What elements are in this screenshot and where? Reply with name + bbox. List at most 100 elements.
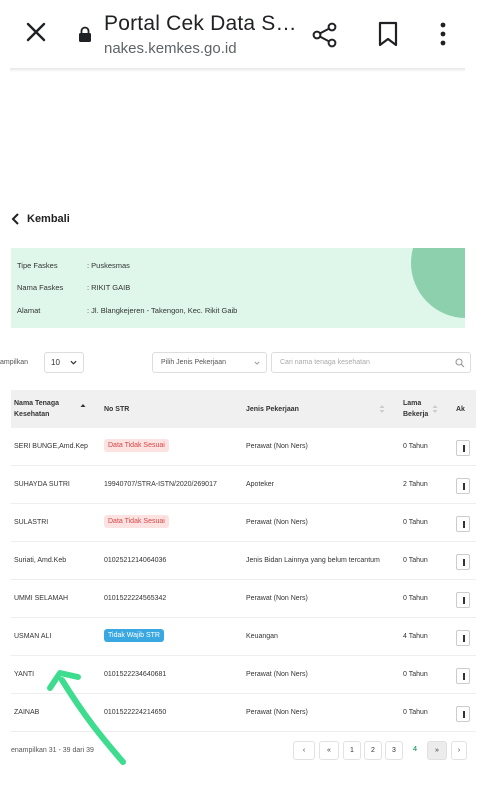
info-key: Alamat (17, 306, 41, 315)
facility-info-card: Tipe Faskes : Puskesmas Nama Faskes : RI… (11, 248, 465, 328)
cell-job: Perawat (Non Ners) (246, 709, 308, 716)
page-2-button[interactable]: 2 (364, 741, 382, 760)
sort-icon[interactable] (432, 404, 438, 414)
cell-job: Keuangan (246, 633, 278, 640)
info-row-name: Nama Faskes : RIKIT GAIB (17, 283, 130, 292)
cell-duration: 0 Tahun (403, 519, 428, 526)
chevron-left-icon (11, 213, 19, 225)
search-input[interactable]: Cari nama tenaga kesehatan (271, 352, 471, 373)
detail-button[interactable] (456, 478, 470, 494)
table-row: USMAN ALI Tidak Wajib STR Keuangan 4 Tah… (11, 618, 476, 656)
page-first-button[interactable]: « (319, 741, 339, 760)
decorative-circle (411, 248, 465, 318)
show-entries-label: ampilkan (0, 359, 29, 366)
cell-job: Apoteker (246, 481, 275, 488)
page-prev-button[interactable]: ‹ (293, 741, 315, 760)
lock-icon (79, 26, 91, 42)
info-row-type: Tipe Faskes : Puskesmas (17, 261, 130, 270)
page-title: Portal Cek Data S… (104, 12, 297, 35)
cell-str: 0102521214064036 (104, 557, 167, 564)
status-badge: Data Tidak Sesuai (104, 515, 169, 528)
detail-button[interactable] (456, 630, 470, 646)
table-row: SUHAYDA SUTRI 19940707/STRA-ISTN/2020/26… (11, 466, 476, 504)
header-name-line1: Nama Tenaga (14, 400, 59, 407)
cell-duration: 0 Tahun (403, 709, 428, 716)
cell-job: Perawat (Non Ners) (246, 519, 308, 526)
page-last-button[interactable]: » (427, 741, 447, 760)
cell-duration: 4 Tahun (403, 633, 428, 640)
cell-str: 0101522224565342 (104, 595, 167, 602)
cell-name: UMMI SELAMAH (14, 595, 69, 602)
cell-name: SERI BUNGE,Amd.Kep (14, 443, 88, 450)
header-job[interactable]: Jenis Pekerjaan (246, 404, 299, 415)
search-icon[interactable] (455, 358, 465, 368)
filter-bar: ampilkan 10 Pilih Jenis Pekerjaan Cari n… (0, 351, 487, 375)
annotation-arrow (47, 670, 126, 765)
info-key: Nama Faskes (17, 283, 64, 292)
search-placeholder: Cari nama tenaga kesehatan (280, 359, 370, 366)
cell-job: Perawat (Non Ners) (246, 671, 308, 678)
detail-button[interactable] (456, 668, 470, 684)
detail-button[interactable] (456, 440, 470, 456)
header-name-line2: Kesehatan (14, 411, 50, 418)
cell-name: USMAN ALI (14, 633, 52, 640)
page-next-button[interactable]: › (451, 741, 467, 760)
cell-str: 19940707/STRA-ISTN/2020/269017 (104, 481, 217, 488)
cell-job: Perawat (Non Ners) (246, 595, 308, 602)
table-row: Suriati, Amd.Keb 0102521214064036 Jenis … (11, 542, 476, 580)
detail-button[interactable] (456, 516, 470, 532)
sort-icon[interactable] (379, 404, 385, 414)
cell-duration: 0 Tahun (403, 557, 428, 564)
page-1-button[interactable]: 1 (343, 741, 361, 760)
cell-duration: 2 Tahun (403, 481, 428, 488)
page-4-button[interactable]: 4 (406, 741, 424, 760)
job-type-select[interactable]: Pilih Jenis Pekerjaan (152, 352, 267, 373)
header-duration-line1: Lama (403, 400, 422, 407)
back-label: Kembali (27, 213, 70, 225)
header-duration[interactable]: Lama Bekerja (403, 398, 428, 420)
detail-button[interactable] (456, 554, 470, 570)
job-type-placeholder: Pilih Jenis Pekerjaan (161, 359, 226, 366)
cell-duration: 0 Tahun (403, 595, 428, 602)
header-str[interactable]: No STR (104, 404, 129, 415)
chevron-down-icon (254, 361, 260, 365)
header-name[interactable]: Nama Tenaga Kesehatan (14, 398, 59, 420)
cell-name: ZAINAB (14, 709, 40, 716)
share-icon[interactable] (312, 22, 338, 48)
info-row-address: Alamat : Jl. Blangkejeren - Takengon, Ke… (17, 306, 237, 315)
status-badge: Tidak Wajib STR (104, 629, 164, 642)
header-duration-line2: Bekerja (403, 411, 429, 418)
status-badge: Data Tidak Sesuai (104, 439, 169, 452)
toolbar-divider (10, 68, 465, 72)
table-row: UMMI SELAMAH 0101522224565342 Perawat (N… (11, 580, 476, 618)
info-value: : Jl. Blangkejeren - Takengon, Kec. Riki… (87, 306, 238, 315)
page-3-button[interactable]: 3 (385, 741, 403, 760)
info-value: : Puskesmas (87, 261, 130, 270)
entries-value: 10 (51, 358, 60, 367)
header-action: Ak (456, 406, 465, 413)
table-row: SULASTRI Data Tidak Sesuai Perawat (Non … (11, 504, 476, 542)
chevron-down-icon (70, 360, 77, 365)
back-link[interactable]: Kembali (11, 213, 70, 225)
url-text[interactable]: nakes.kemkes.go.id (104, 40, 237, 57)
cell-job: Perawat (Non Ners) (246, 443, 308, 450)
info-key: Tipe Faskes (17, 261, 58, 270)
table-row: SERI BUNGE,Amd.Kep Data Tidak Sesuai Per… (11, 428, 476, 466)
cell-name: Suriati, Amd.Keb (14, 557, 67, 564)
cell-job: Jenis Bidan Lainnya yang belum tercantum (246, 557, 380, 564)
cell-duration: 0 Tahun (403, 671, 428, 678)
cell-name: YANTI (14, 671, 35, 678)
detail-button[interactable] (456, 592, 470, 608)
cell-duration: 0 Tahun (403, 443, 428, 450)
entries-per-page-select[interactable]: 10 (44, 352, 84, 373)
more-vert-icon[interactable] (436, 21, 450, 47)
detail-button[interactable] (456, 706, 470, 722)
table-header: Nama Tenaga Kesehatan No STR Jenis Peker… (11, 390, 476, 428)
sort-asc-icon[interactable] (80, 403, 86, 413)
info-value: : RIKIT GAIB (87, 283, 131, 292)
close-icon[interactable] (24, 20, 48, 44)
browser-toolbar: Portal Cek Data S… nakes.kemkes.go.id (0, 0, 487, 68)
bookmark-icon[interactable] (377, 21, 399, 47)
cell-name: SUHAYDA SUTRI (14, 481, 70, 488)
cell-name: SULASTRI (14, 519, 49, 526)
